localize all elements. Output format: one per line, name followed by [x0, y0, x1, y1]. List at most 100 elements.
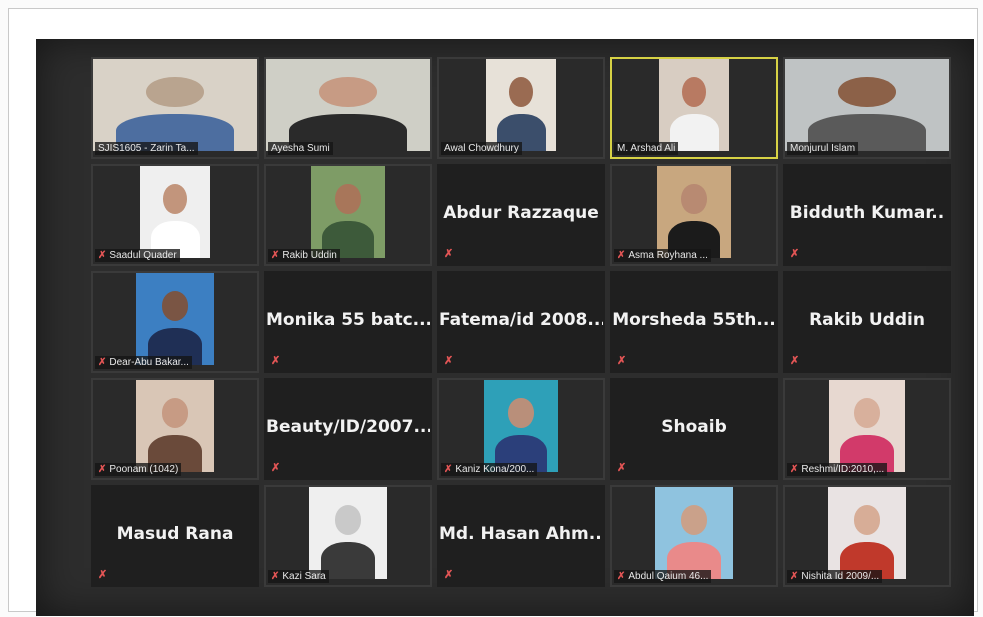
participant-name: Abdul Qaium 46...	[628, 571, 709, 582]
meeting-gallery-view: SJIS1605 - Zarin Ta... Ayesha Sumi Awal Ch…	[36, 39, 974, 616]
participant-tile[interactable]: ✗ Rakib Uddin	[264, 164, 432, 266]
participant-name-label: ✗ Poonam (1042)	[95, 463, 182, 476]
participant-tile[interactable]: Beauty/ID/2007... ✗	[264, 378, 432, 480]
participant-face	[681, 184, 707, 214]
participant-video-image	[136, 380, 214, 472]
participant-video-image	[659, 59, 729, 151]
participant-video-image	[486, 59, 556, 151]
participant-face	[838, 77, 896, 107]
participant-tile[interactable]: Abdur Razzaque ✗	[437, 164, 605, 266]
participant-video-image	[93, 59, 257, 151]
participant-name: Dear-Abu Bakar...	[109, 357, 189, 368]
participant-tile[interactable]: Masud Rana ✗	[91, 485, 259, 587]
muted-mic-icon: ✗	[444, 569, 454, 581]
participant-name-label: Ayesha Sumi	[268, 142, 333, 155]
participant-video-image	[140, 166, 210, 258]
participant-video-image	[309, 487, 387, 579]
participant-video-image	[785, 59, 949, 151]
muted-mic-icon: ✗	[271, 462, 281, 474]
participant-name: Rakib Uddin	[282, 250, 337, 261]
participant-tile[interactable]: Ayesha Sumi	[264, 57, 432, 159]
participant-name-label: ✗ Kaniz Kona/200...	[441, 463, 538, 476]
participant-name-display: Monika 55 batc...	[266, 310, 432, 330]
participant-face	[335, 184, 361, 214]
participant-name-label: ✗ Reshmi/ID:2010,...	[787, 463, 888, 476]
participant-name: Asma Royhana ...	[628, 250, 708, 261]
participant-name-display: Fatema/id 2008...	[439, 310, 605, 330]
participant-tile[interactable]: Rakib Uddin ✗	[783, 271, 951, 373]
participant-video-image	[311, 166, 385, 258]
participant-face	[334, 505, 362, 535]
participant-face	[163, 184, 187, 214]
muted-mic-icon: ✗	[98, 250, 107, 261]
participant-name: Saadul Quader	[109, 250, 177, 261]
participant-face	[146, 77, 204, 107]
participant-tile[interactable]: ✗ Kaniz Kona/200...	[437, 378, 605, 480]
participant-video-image	[829, 380, 905, 472]
participant-tile[interactable]: SJIS1605 - Zarin Ta...	[91, 57, 259, 159]
participant-video-image	[484, 380, 558, 472]
participant-video-image	[266, 59, 430, 151]
participant-name-label: ✗ Nishita Id 2009/...	[787, 570, 883, 583]
screenshot-frame: SJIS1605 - Zarin Ta... Ayesha Sumi Awal Ch…	[8, 8, 978, 616]
participant-tile[interactable]: Morsheda 55th... ✗	[610, 271, 778, 373]
participant-name: Poonam (1042)	[109, 464, 179, 475]
muted-mic-icon: ✗	[98, 464, 107, 475]
participant-tile[interactable]: Awal Chowdhury	[437, 57, 605, 159]
muted-mic-icon: ✗	[271, 250, 280, 261]
participant-tile[interactable]: ✗ Asma Royhana ...	[610, 164, 778, 266]
participant-tile[interactable]: ✗ Abdul Qaium 46...	[610, 485, 778, 587]
participant-name-display: Beauty/ID/2007...	[266, 417, 432, 437]
participant-tile[interactable]: M. Arshad Ali	[610, 57, 778, 159]
participant-face	[508, 398, 534, 428]
muted-mic-icon: ✗	[617, 462, 627, 474]
participant-name-display: Morsheda 55th...	[612, 310, 776, 330]
participant-face	[680, 505, 708, 535]
participant-face	[161, 291, 189, 321]
participant-name-label: ✗ Asma Royhana ...	[614, 249, 711, 262]
muted-mic-icon: ✗	[98, 357, 107, 368]
participant-name-label: ✗ Abdul Qaium 46...	[614, 570, 712, 583]
muted-mic-icon: ✗	[790, 248, 800, 260]
participant-face	[509, 77, 533, 107]
participant-tile[interactable]: Fatema/id 2008... ✗	[437, 271, 605, 373]
participant-name: Ayesha Sumi	[271, 143, 330, 154]
participant-name-label: ✗ Dear-Abu Bakar...	[95, 356, 192, 369]
participant-tile[interactable]: Md. Hasan Ahm... ✗	[437, 485, 605, 587]
muted-mic-icon: ✗	[444, 248, 454, 260]
participant-name: M. Arshad Ali	[617, 143, 676, 154]
participant-tile[interactable]: ✗ Saadul Quader	[91, 164, 259, 266]
participant-name-display: Md. Hasan Ahm...	[439, 524, 605, 544]
muted-mic-icon: ✗	[790, 464, 799, 475]
participant-name: Awal Chowdhury	[444, 143, 519, 154]
muted-mic-icon: ✗	[444, 355, 454, 367]
participant-name: Monjurul Islam	[790, 143, 856, 154]
participant-video-image	[136, 273, 214, 365]
participant-name-label: M. Arshad Ali	[614, 142, 679, 155]
participant-face	[853, 505, 881, 535]
participant-tile[interactable]: ✗ Poonam (1042)	[91, 378, 259, 480]
participant-tile[interactable]: ✗ Reshmi/ID:2010,...	[783, 378, 951, 480]
participant-tile[interactable]: Monika 55 batc... ✗	[264, 271, 432, 373]
participant-video-image	[655, 487, 733, 579]
muted-mic-icon: ✗	[790, 571, 799, 582]
participant-tile[interactable]: ✗ Nishita Id 2009/...	[783, 485, 951, 587]
participant-name-label: ✗ Saadul Quader	[95, 249, 180, 262]
participant-video-image	[828, 487, 906, 579]
participant-tile[interactable]: Monjurul Islam	[783, 57, 951, 159]
participant-name-display: Masud Rana	[116, 524, 234, 544]
participant-name-label: ✗ Rakib Uddin	[268, 249, 340, 262]
participant-tile[interactable]: ✗ Dear-Abu Bakar...	[91, 271, 259, 373]
participant-name: Kaniz Kona/200...	[455, 464, 535, 475]
participant-name: Reshmi/ID:2010,...	[801, 464, 885, 475]
participant-grid: SJIS1605 - Zarin Ta... Ayesha Sumi Awal Ch…	[91, 57, 951, 587]
participant-face	[319, 77, 377, 107]
participant-face	[682, 77, 706, 107]
participant-name-label: Awal Chowdhury	[441, 142, 522, 155]
muted-mic-icon: ✗	[98, 569, 108, 581]
participant-tile[interactable]: Shoaib ✗	[610, 378, 778, 480]
participant-tile[interactable]: Bidduth Kumar.. ✗	[783, 164, 951, 266]
participant-face	[854, 398, 880, 428]
participant-tile[interactable]: ✗ Kazi Sara	[264, 485, 432, 587]
participant-name-display: Rakib Uddin	[809, 310, 925, 330]
